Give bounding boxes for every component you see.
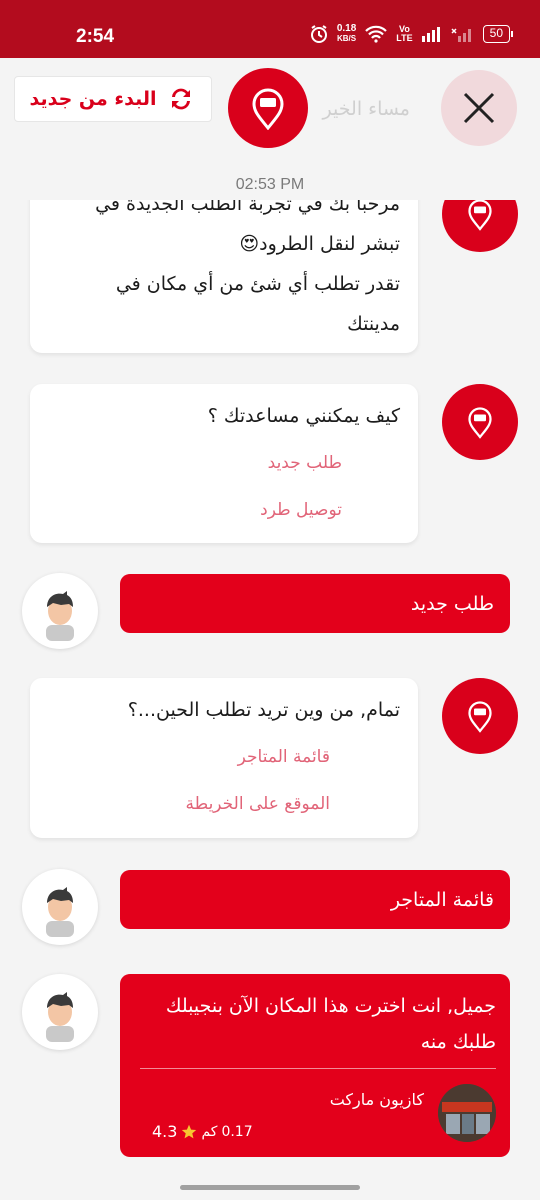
user-avatar [22, 869, 98, 945]
user-avatar-icon [46, 887, 74, 937]
battery-indicator: 50 [482, 25, 514, 43]
bot-message-location: تمام, من وين تريد تطلب الحين...؟ قائمة ا… [30, 678, 418, 838]
store-name: كازيون ماركت [329, 1090, 424, 1109]
distance-unit: كم [201, 1123, 218, 1140]
location-pin-logo-icon [252, 88, 284, 130]
star-icon [182, 1124, 197, 1138]
store-meta: 0.17 كم 4.3 [150, 1122, 253, 1141]
wifi-icon [365, 25, 388, 43]
refresh-icon [172, 88, 191, 110]
user-avatar-icon [46, 992, 74, 1042]
store-thumbnail [438, 1084, 496, 1142]
signal-icon-2 [451, 28, 471, 42]
close-button[interactable] [441, 70, 517, 146]
user-avatar-icon [46, 591, 74, 641]
option-store-list[interactable]: قائمة المتاجر [48, 730, 400, 784]
gesture-nav-bar[interactable] [180, 1185, 360, 1190]
user-message-new-order: طلب جديد [120, 574, 510, 633]
restart-label: البدء من جديد [29, 88, 157, 110]
status-time: 2:54 [76, 26, 115, 47]
user-message-place-card[interactable]: جميل, انت اخترت هذا المكان الآن بنجيبلك … [120, 974, 510, 1157]
top-fade [0, 190, 540, 200]
user-avatar [22, 974, 98, 1050]
card-divider [140, 1068, 496, 1069]
user-message-store-list: قائمة المتاجر [120, 870, 510, 929]
distance-value: 0.17 [221, 1123, 253, 1140]
option-deliver-parcel[interactable]: توصيل طرد [48, 490, 400, 530]
welcome-line-4: مدينتك [347, 313, 400, 335]
bot-message-welcome: مرحبا بك في تجربة الطلب الجديدة في تبشر … [30, 190, 418, 353]
location-pin-logo-icon [468, 199, 492, 231]
net-speed-unit: KB/S [337, 34, 357, 43]
bot-avatar [442, 384, 518, 460]
user-avatar [22, 573, 98, 649]
status-bar: 2:54 0.18 KB/S Vo LTE 50 [0, 0, 540, 58]
store-image [438, 1084, 496, 1142]
status-icons: 0.18 KB/S Vo LTE 50 [309, 24, 514, 44]
network-speed: 0.18 KB/S [337, 24, 356, 44]
bot-avatar [442, 678, 518, 754]
volte-indicator: Vo LTE [396, 25, 412, 43]
close-icon [463, 92, 495, 124]
location-pin-logo-icon [468, 701, 492, 733]
place-message: جميل, انت اخترت هذا المكان الآن بنجيبلك … [165, 995, 496, 1053]
rating-value: 4.3 [152, 1122, 178, 1141]
chat-thread[interactable]: مرحبا بك في تجربة الطلب الجديدة في تبشر … [0, 190, 540, 1170]
signal-icon [421, 27, 440, 42]
net-speed-value: 0.18 [336, 23, 357, 34]
welcome-line-3: تقدر تطلب أي شئ من أي مكان في [115, 273, 400, 295]
brand-logo [228, 68, 308, 148]
option-map-location[interactable]: الموقع على الخريطة [48, 784, 400, 824]
location-pin-logo-icon [468, 407, 492, 439]
volte-bottom: LTE [396, 33, 413, 43]
bot-message-help: كيف يمكنني مساعدتك ؟ طلب جديد توصيل طرد [30, 384, 418, 543]
welcome-line-2: تبشر لنقل الطرود😍 [239, 233, 400, 255]
chat-header: البدء من جديد مساء الخير [0, 58, 540, 168]
location-question: تمام, من وين تريد تطلب الحين...؟ [127, 699, 400, 721]
option-new-order[interactable]: طلب جديد [48, 436, 400, 490]
alarm-icon [310, 25, 327, 43]
restart-button[interactable]: البدء من جديد [14, 76, 212, 122]
help-question: كيف يمكنني مساعدتك ؟ [207, 405, 400, 427]
greeting-text: مساء الخير [322, 98, 410, 120]
